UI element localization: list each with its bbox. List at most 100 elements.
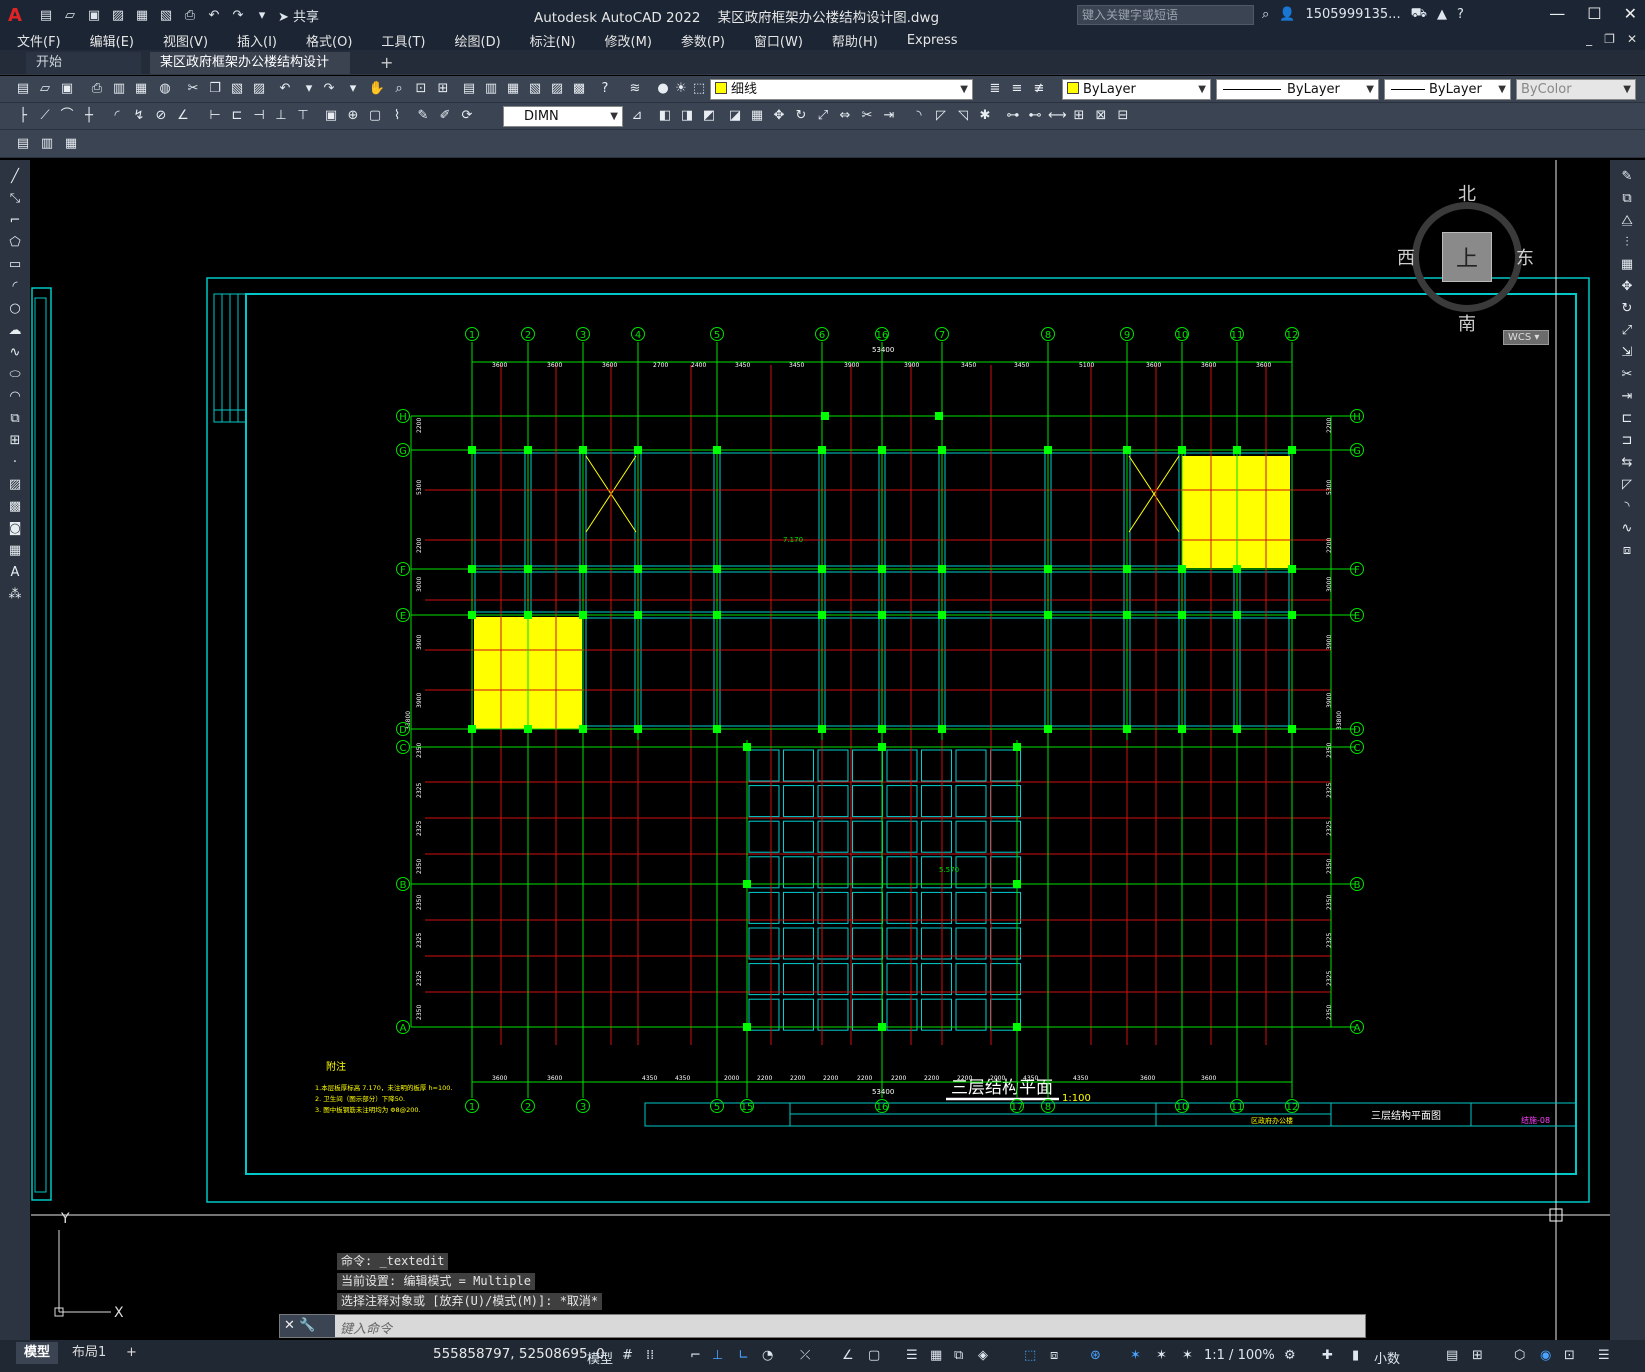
clean-screen-icon[interactable]: ⊡ (1564, 1348, 1575, 1363)
rectangle-icon[interactable]: ▭ (6, 256, 24, 274)
annotation-scale-icon[interactable]: ✶ (1182, 1348, 1193, 1363)
user-icon[interactable]: 👤 (1279, 7, 1295, 22)
dim-text-edit-icon[interactable]: ✐ (436, 107, 454, 125)
viewcube[interactable]: 上 北 南 东 西 (1397, 180, 1537, 335)
stretch-icon[interactable]: ⇔ (836, 107, 854, 125)
pan-icon[interactable]: ✋ (368, 80, 386, 98)
insert-block-icon[interactable]: ⧉ (6, 410, 24, 428)
menu-insert[interactable]: 插入(I) (220, 31, 289, 50)
share-button[interactable]: ➤ 共享 (278, 6, 319, 25)
tab-document[interactable]: 某区政府框架办公楼结构设计图* × (150, 52, 350, 92)
save-icon[interactable]: ▣ (84, 6, 104, 24)
lineweight-select[interactable]: ByLayer ▼ (1384, 79, 1511, 100)
lengthen-icon[interactable]: ⟷ (1048, 107, 1067, 125)
redo-icon[interactable]: ↷ (228, 6, 248, 24)
calculator-icon[interactable]: ▩ (570, 80, 588, 98)
plot-icon[interactable]: ⎙ (180, 6, 200, 24)
close-command-icon[interactable]: ✕ (284, 1318, 295, 1333)
isolate-objects-icon[interactable]: ⬡ (1514, 1348, 1525, 1363)
jogged-dim-icon[interactable]: ↯ (130, 107, 148, 125)
chamfer-icon[interactable]: ◸ (932, 107, 950, 125)
search-icon[interactable]: ⌕ (1262, 7, 1269, 22)
align-icon[interactable]: ⊞ (1070, 107, 1088, 125)
make-block-icon[interactable]: ⊞ (6, 432, 24, 450)
viewcube-top-face[interactable]: 上 (1442, 232, 1492, 282)
center-mark-icon[interactable]: ⊕ (344, 107, 362, 125)
scale-icon[interactable]: ⤢ (814, 107, 832, 125)
annotation-visibility-icon[interactable]: ✶ (1130, 1348, 1141, 1363)
erase-icon[interactable]: ◧ (656, 107, 674, 125)
autodesk-a360-icon[interactable]: ▲ (1437, 7, 1447, 22)
structural-plan-drawing[interactable]: 三层结构平面图 区政府办公楼 结施-08 三层结构平面 1:100 附注 1.本… (31, 160, 1610, 1340)
menu-tools[interactable]: 工具(T) (364, 31, 437, 50)
object-snap-icon[interactable]: ▢ (868, 1348, 880, 1363)
join-icon[interactable]: ⊶ (1004, 107, 1022, 125)
menu-express[interactable]: Express (890, 33, 970, 48)
ellipse-icon[interactable]: ⬭ (6, 366, 24, 384)
fillet-palette-icon[interactable]: ◝ (1618, 498, 1636, 516)
jogged-linear-icon[interactable]: ⌇ (388, 107, 406, 125)
new-tab-button[interactable]: + (370, 52, 403, 74)
join-palette-icon[interactable]: ⇆ (1618, 454, 1636, 472)
radius-dim-icon[interactable]: ◜ (108, 107, 126, 125)
dynamic-input-icon[interactable]: ⊥ (712, 1348, 723, 1363)
layer-previous-icon[interactable]: ≡ (1008, 80, 1026, 98)
polar-tracking-icon[interactable]: ◔ (762, 1348, 773, 1363)
help-search-input[interactable]: 键入关键字或短语 (1077, 5, 1254, 25)
construction-line-icon[interactable]: ⤡ (6, 190, 24, 208)
design-center-icon[interactable]: ▥ (482, 80, 500, 98)
array-palette-icon[interactable]: ▦ (1618, 256, 1636, 274)
auto-scale-icon[interactable]: ✶ (1156, 1348, 1167, 1363)
array-icon[interactable]: ▦ (748, 107, 766, 125)
compass-west[interactable]: 西 (1397, 244, 1415, 270)
fillet-icon[interactable]: ◝ (910, 107, 928, 125)
break-icon[interactable]: ⊷ (1026, 107, 1044, 125)
isodraft-icon[interactable]: ⤫ (800, 1348, 810, 1363)
units-icon[interactable]: ▮ (1352, 1348, 1359, 1363)
selection-cycling-icon[interactable]: ⧉ (954, 1348, 963, 1363)
properties-icon[interactable]: ▤ (460, 80, 478, 98)
line-icon[interactable]: ╱ (6, 168, 24, 186)
circle-icon[interactable]: ○ (6, 300, 24, 318)
spline-icon[interactable]: ∿ (6, 344, 24, 362)
mirror-icon[interactable]: ◩ (700, 107, 718, 125)
trim-palette-icon[interactable]: ✂ (1618, 366, 1636, 384)
hatch-icon[interactable]: ▨ (6, 476, 24, 494)
edit-polyline-icon[interactable]: ⊠ (1092, 107, 1110, 125)
extend-palette-icon[interactable]: ⇥ (1618, 388, 1636, 406)
maximize-icon[interactable]: ☐ (1587, 4, 1601, 23)
help-tb-icon[interactable]: ? (596, 80, 614, 98)
app-logo-icon[interactable]: A (0, 0, 30, 30)
scale-palette-icon[interactable]: ⤢ (1618, 322, 1636, 340)
tab-layout1[interactable]: 布局1 (64, 1342, 114, 1364)
import-icon[interactable]: ▦ (132, 6, 152, 24)
cut-icon[interactable]: ✂ (184, 80, 202, 98)
tolerance-icon[interactable]: ▣ (322, 107, 340, 125)
coordinates-readout[interactable]: 555858797, 52508695, 0 (433, 1346, 605, 1362)
infer-constraints-icon[interactable]: ⌐ (690, 1348, 701, 1363)
wcs-menu[interactable]: WCS ▾ (1503, 330, 1549, 345)
menu-help[interactable]: 帮助(H) (815, 31, 890, 50)
menu-format[interactable]: 格式(O) (289, 31, 364, 50)
diameter-dim-icon[interactable]: ⊘ (152, 107, 170, 125)
dim-space-icon[interactable]: ⊥ (272, 107, 290, 125)
tab-model[interactable]: 模型 (16, 1342, 59, 1364)
compass-north[interactable]: 北 (1458, 180, 1476, 206)
dynamic-ucs-icon[interactable]: ⬚ (1024, 1348, 1036, 1363)
undo-tb-icon[interactable]: ↶ (276, 80, 294, 98)
annotation-monitor-icon[interactable]: ✚ (1322, 1348, 1333, 1363)
explode-icon[interactable]: ✱ (976, 107, 994, 125)
chamfer-palette-icon[interactable]: ◸ (1618, 476, 1636, 494)
zoom-previous-icon[interactable]: ⊞ (434, 80, 452, 98)
layer-lock-icon[interactable]: ⬚ (690, 80, 708, 98)
lock-ui-icon[interactable]: ⊞ (1472, 1348, 1483, 1363)
add-selected-icon[interactable]: ⁂ (6, 586, 24, 604)
gizmo-icon[interactable]: ⊛ (1090, 1348, 1101, 1363)
workspace-gear-icon[interactable]: ⚙ (1284, 1348, 1296, 1363)
layer-tools-icon[interactable]: ▤ (14, 135, 32, 153)
menu-modify[interactable]: 修改(M) (588, 31, 664, 50)
layer-match-icon[interactable]: ≢ (1030, 80, 1048, 98)
menu-file[interactable]: 文件(F) (0, 31, 73, 50)
add-layout-button[interactable]: + (118, 1342, 145, 1364)
move-icon[interactable]: ✥ (770, 107, 788, 125)
